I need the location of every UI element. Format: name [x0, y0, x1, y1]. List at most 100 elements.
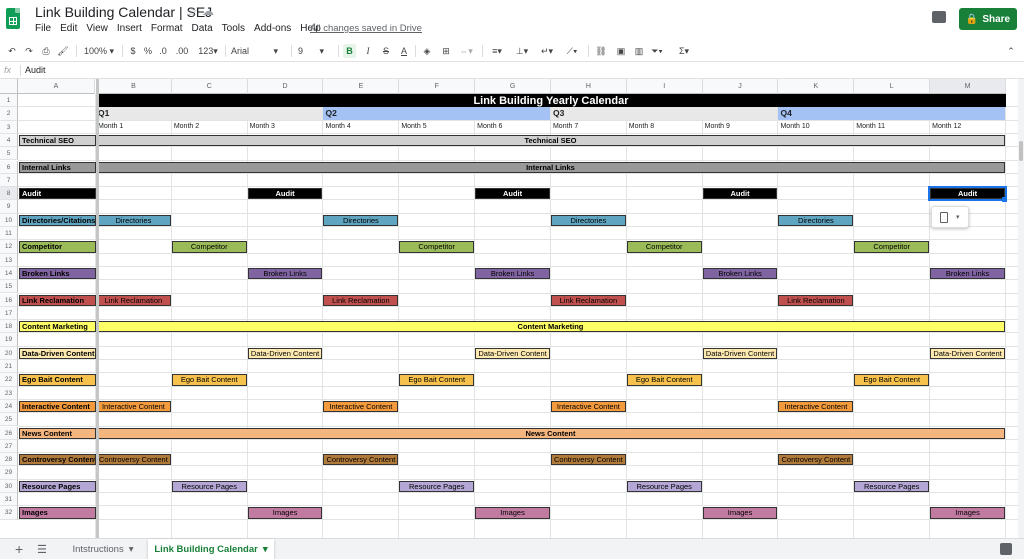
- column-header[interactable]: H: [550, 79, 627, 94]
- column-header[interactable]: G: [475, 79, 551, 94]
- task-bar[interactable]: Images: [930, 507, 1005, 519]
- menu-insert[interactable]: Insert: [117, 23, 142, 34]
- row-header[interactable]: 31: [0, 493, 18, 507]
- sheet-tab-link-building-calendar[interactable]: Link Building Calendar ▾: [148, 539, 274, 559]
- task-bar[interactable]: Directories: [96, 214, 171, 226]
- task-bar[interactable]: Audit: [928, 186, 1007, 202]
- row-header[interactable]: 26: [0, 426, 18, 440]
- italic-button[interactable]: I: [362, 44, 374, 58]
- task-bar[interactable]: Directories: [323, 214, 399, 226]
- zoom-select[interactable]: 100% ▾: [82, 44, 116, 58]
- row-header[interactable]: 27: [0, 439, 18, 454]
- row-header[interactable]: 17: [0, 306, 18, 321]
- strikethrough-button[interactable]: S: [380, 44, 392, 58]
- task-bar[interactable]: Audit: [702, 188, 778, 200]
- task-bar[interactable]: Competitor: [399, 241, 475, 253]
- column-header[interactable]: A: [18, 79, 95, 94]
- row-header[interactable]: 32: [0, 506, 18, 520]
- task-bar[interactable]: Interactive Content: [778, 400, 854, 413]
- insert-comment-icon[interactable]: ▣: [614, 44, 628, 58]
- category-label[interactable]: News Content: [19, 427, 96, 439]
- row-header[interactable]: 28: [0, 453, 18, 467]
- task-bar[interactable]: Broken Links: [247, 267, 323, 280]
- category-span-bar[interactable]: Content Marketing: [96, 321, 1005, 333]
- row-header[interactable]: 25: [0, 413, 18, 427]
- task-bar[interactable]: Ego Bait Content: [171, 374, 247, 386]
- column-header[interactable]: L: [854, 79, 931, 94]
- column-header[interactable]: K: [778, 79, 855, 94]
- category-label[interactable]: Interactive Content: [19, 400, 96, 413]
- category-label[interactable]: Resource Pages: [19, 480, 96, 492]
- row-header[interactable]: 13: [0, 253, 18, 267]
- all-sheets-icon[interactable]: ☰: [37, 543, 47, 556]
- chevron-down-icon[interactable]: ▾: [956, 213, 960, 221]
- menu-view[interactable]: View: [86, 23, 108, 34]
- task-bar[interactable]: Interactive Content: [550, 400, 626, 413]
- row-header[interactable]: 2: [0, 107, 18, 121]
- number-format-select[interactable]: 123▾: [196, 44, 220, 58]
- formula-input[interactable]: Audit: [25, 65, 46, 75]
- menu-format[interactable]: Format: [151, 23, 183, 34]
- task-bar[interactable]: Data-Driven Content: [702, 347, 778, 359]
- percent-format-button[interactable]: %: [143, 44, 153, 58]
- category-label[interactable]: Data-Driven Content: [19, 347, 96, 359]
- frozen-column-divider[interactable]: [96, 79, 99, 538]
- scrollbar-thumb[interactable]: [1019, 141, 1023, 161]
- task-bar[interactable]: Controversy Content: [778, 454, 854, 466]
- task-bar[interactable]: Interactive Content: [323, 400, 399, 413]
- task-bar[interactable]: Directories: [778, 214, 854, 226]
- insert-chart-icon[interactable]: ▥: [632, 44, 646, 58]
- column-header[interactable]: D: [247, 79, 324, 94]
- task-bar[interactable]: Images: [475, 507, 550, 519]
- category-label[interactable]: Directories/Citations: [19, 214, 96, 226]
- explore-icon[interactable]: [1000, 543, 1012, 555]
- task-bar[interactable]: Broken Links: [475, 267, 550, 280]
- vertical-align-icon[interactable]: ⊥▾: [513, 44, 531, 58]
- text-rotate-icon[interactable]: ⟋▾: [563, 44, 581, 58]
- increase-decimal-button[interactable]: .00: [173, 44, 191, 58]
- undo-icon[interactable]: ↶: [6, 44, 18, 58]
- task-bar[interactable]: Data-Driven Content: [247, 347, 323, 359]
- task-bar[interactable]: Controversy Content: [323, 454, 399, 466]
- star-icon[interactable]: ☆: [186, 4, 198, 20]
- text-color-button[interactable]: A: [398, 44, 410, 58]
- chevron-down-icon[interactable]: ▾: [263, 544, 268, 555]
- category-label[interactable]: Competitor: [19, 241, 96, 253]
- menu-addons[interactable]: Add-ons: [254, 23, 291, 34]
- task-bar[interactable]: Link Reclamation: [96, 294, 171, 306]
- redo-icon[interactable]: ↷: [23, 44, 35, 58]
- row-header[interactable]: 5: [0, 147, 18, 161]
- column-header[interactable]: M: [930, 79, 1006, 94]
- category-label[interactable]: Images: [19, 507, 96, 519]
- task-bar[interactable]: Audit: [475, 188, 550, 200]
- save-status-link[interactable]: All changes saved in Drive: [310, 23, 422, 34]
- column-header[interactable]: F: [399, 79, 476, 94]
- paint-format-icon[interactable]: 🖌: [57, 44, 69, 58]
- font-size-select[interactable]: 9 ▾: [298, 44, 338, 58]
- currency-format-button[interactable]: $: [128, 44, 138, 58]
- task-bar[interactable]: Resource Pages: [171, 480, 247, 492]
- task-bar[interactable]: Controversy Content: [550, 454, 626, 466]
- row-header[interactable]: 6: [0, 160, 18, 174]
- category-span-bar[interactable]: Internal Links: [96, 161, 1005, 173]
- task-bar[interactable]: Directories: [550, 214, 626, 226]
- row-header[interactable]: 29: [0, 466, 18, 480]
- paste-options-chip[interactable]: ▾: [931, 206, 969, 228]
- row-header[interactable]: 16: [0, 293, 18, 307]
- collapse-toolbar-icon[interactable]: ⌃: [1005, 44, 1017, 58]
- bold-button[interactable]: B: [343, 44, 356, 58]
- row-header[interactable]: 19: [0, 333, 18, 347]
- category-label[interactable]: Ego Bait Content: [19, 374, 96, 386]
- select-all-corner[interactable]: [0, 79, 18, 94]
- task-bar[interactable]: Data-Driven Content: [930, 347, 1005, 359]
- column-header[interactable]: C: [171, 79, 248, 94]
- category-label[interactable]: Internal Links: [19, 161, 96, 173]
- row-header[interactable]: 20: [0, 346, 18, 360]
- chevron-down-icon[interactable]: ▾: [129, 544, 134, 555]
- filter-icon[interactable]: ⏷▾: [648, 44, 666, 58]
- cloud-status-icon[interactable]: ☁: [202, 4, 214, 18]
- task-bar[interactable]: Link Reclamation: [323, 294, 399, 306]
- font-family-select[interactable]: Arial ▾: [231, 44, 285, 58]
- row-header[interactable]: 15: [0, 280, 18, 294]
- decrease-decimal-button[interactable]: .0: [157, 44, 169, 58]
